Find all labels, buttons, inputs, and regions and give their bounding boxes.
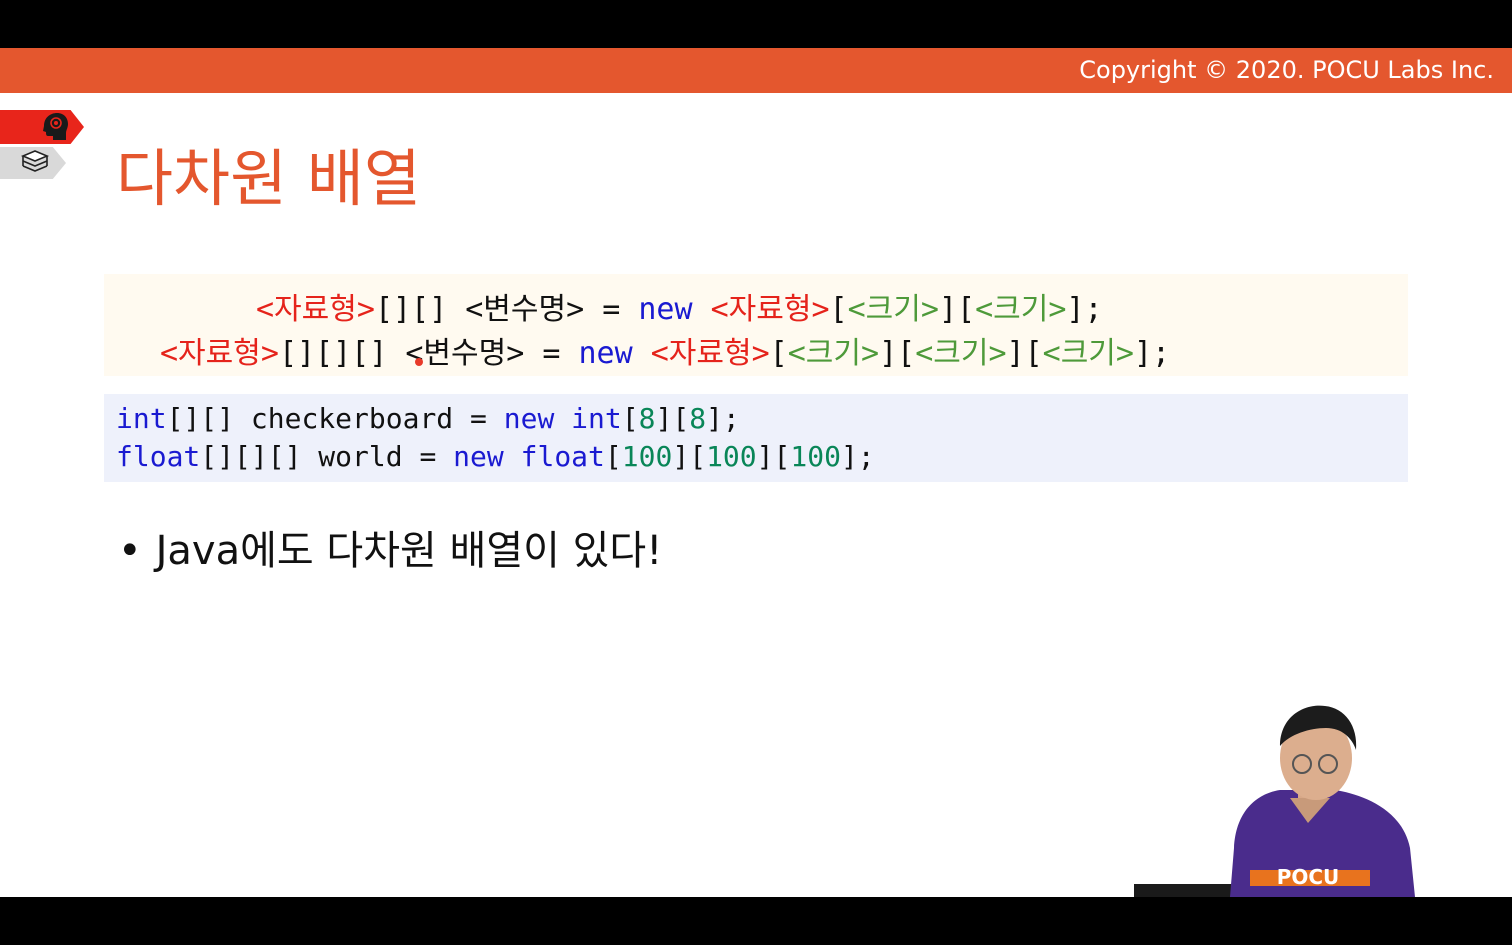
code-token: ][	[756, 440, 791, 473]
code-token: <자료형>	[160, 336, 279, 371]
code-token: ];	[706, 402, 740, 435]
code-token: [	[829, 292, 848, 327]
laser-pointer-dot	[415, 358, 423, 366]
slide: Copyright © 2020. POCU Labs Inc. 다차원 배열 …	[0, 48, 1512, 897]
code-token: <변수명> =	[465, 292, 639, 327]
code-token: ];	[1133, 336, 1171, 371]
code-token: <크기>	[787, 336, 880, 371]
brain-head-icon	[43, 113, 68, 140]
video-letterbox-bottom	[0, 897, 1512, 945]
code-token: ][	[1006, 336, 1043, 371]
code-token: <크기>	[847, 292, 939, 327]
code-token: int	[571, 402, 622, 435]
bullet-item: • Java에도 다차원 배열이 있다!	[118, 518, 662, 576]
code-token: 8	[689, 402, 707, 435]
code-token: [	[769, 336, 788, 371]
code-token: 100	[706, 440, 757, 473]
bullet-marker: •	[118, 528, 142, 574]
video-letterbox-top	[0, 0, 1512, 48]
code-token: [][][] world =	[200, 440, 454, 473]
code-line-checkerboard: int[][] checkerboard = new int[8][8];	[116, 402, 740, 435]
syntax-line-3d: <자료형>[][][] <변수명> = new <자료형>[<크기>][<크기>…	[160, 328, 1170, 372]
code-token: [	[604, 440, 622, 473]
code-token: 100	[790, 440, 841, 473]
code-token: new	[578, 336, 651, 371]
syntax-box: <자료형>[][] <변수명> = new <자료형>[<크기>][<크기>];…	[104, 274, 1408, 376]
code-token: <변수명> =	[405, 336, 579, 371]
code-token: <크기>	[1042, 336, 1134, 371]
shirt-logo: POCU	[1277, 865, 1340, 889]
code-token: ];	[840, 440, 875, 473]
code-token: [	[621, 402, 639, 435]
code-line-world: float[][][] world = new float[100][100][…	[116, 440, 875, 473]
copyright-text: Copyright © 2020. POCU Labs Inc.	[1079, 56, 1494, 84]
code-token: [][][]	[278, 336, 406, 371]
slide-title: 다차원 배열	[116, 142, 421, 215]
code-token: <크기>	[915, 336, 1007, 371]
code-token: float	[520, 440, 605, 473]
code-token: <자료형>	[710, 292, 830, 327]
code-example-box: int[][] checkerboard = new int[8][8]; fl…	[104, 394, 1408, 482]
code-token: [][]	[374, 292, 466, 327]
code-token: ][	[672, 440, 707, 473]
code-token: new	[453, 440, 521, 473]
code-token: <자료형>	[256, 292, 375, 327]
code-token: <크기>	[975, 292, 1067, 327]
code-token: 8	[638, 402, 656, 435]
code-token: <자료형>	[650, 336, 770, 371]
book-stack-icon	[20, 150, 50, 172]
code-token: new	[638, 292, 711, 327]
code-token: 100	[621, 440, 673, 473]
code-token: [][] checkerboard =	[166, 402, 504, 435]
code-token: float	[116, 440, 201, 473]
code-token: ];	[1066, 292, 1103, 327]
syntax-line-2d: <자료형>[][] <변수명> = new <자료형>[<크기>][<크기>];	[256, 284, 1103, 328]
code-token: ][	[938, 292, 976, 327]
presenter-video: POCU	[1134, 705, 1415, 897]
bullet-text: Java에도 다차원 배열이 있다!	[155, 528, 663, 574]
code-token: new	[503, 402, 572, 435]
header-bar: Copyright © 2020. POCU Labs Inc.	[0, 48, 1512, 93]
code-token: int	[116, 402, 167, 435]
code-token: ][	[655, 402, 690, 435]
code-token: ][	[879, 336, 916, 371]
